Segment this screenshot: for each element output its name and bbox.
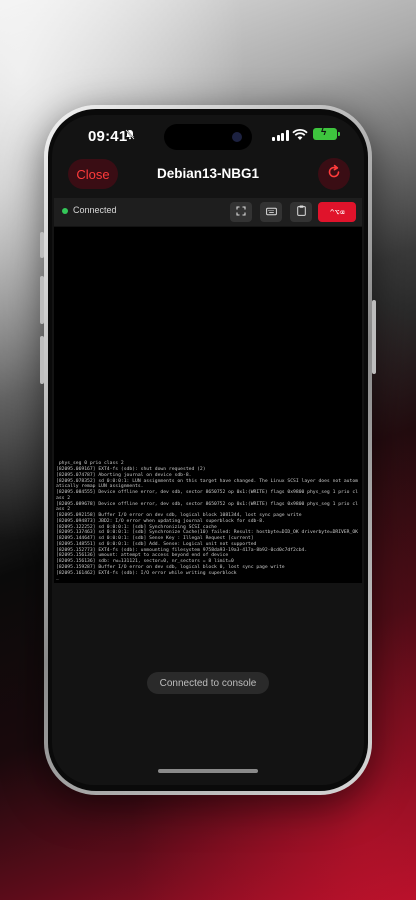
- ctrl-alt-del-button[interactable]: ^⌥⌫: [318, 202, 356, 222]
- console-log: phys_seg 0 prio class 2 [82095.069167] EX…: [56, 461, 360, 582]
- reload-button[interactable]: [318, 158, 350, 190]
- dynamic-island: [164, 124, 252, 150]
- volume-down-button: [40, 336, 44, 384]
- clipboard-button[interactable]: [290, 202, 312, 222]
- connection-status-dot: [62, 208, 68, 214]
- battery-charging-icon: ϟ: [313, 127, 340, 140]
- bell-muted-icon: [125, 129, 135, 143]
- fullscreen-icon: [236, 203, 246, 221]
- fullscreen-button[interactable]: [230, 202, 252, 222]
- wifi-icon: [292, 128, 308, 140]
- refresh-icon: [326, 164, 342, 185]
- connection-toast: Connected to console: [147, 672, 269, 694]
- cellular-signal-icon: [272, 129, 290, 141]
- console-toolbar: Connected ^⌥⌫: [54, 198, 362, 226]
- power-button: [372, 300, 376, 374]
- keyboard-icon: [265, 203, 277, 221]
- clipboard-icon: [296, 203, 306, 221]
- console-screen[interactable]: phys_seg 0 prio class 2 [82095.069167] EX…: [54, 227, 362, 583]
- nav-bar: Close Debian13-NBG1: [52, 155, 364, 201]
- volume-up-button: [40, 276, 44, 324]
- home-indicator[interactable]: [158, 769, 258, 773]
- console-line: [82095.084555] Device offline error, dev…: [56, 490, 358, 501]
- connection-status-label: Connected: [73, 205, 117, 215]
- action-button: [40, 232, 44, 258]
- status-time: 09:41: [88, 128, 128, 145]
- console-cursor: _: [56, 576, 59, 582]
- keyboard-button[interactable]: [260, 202, 282, 222]
- app-screen: 09:41 ϟ Close Debian13-NBG1 Connected ^⌥…: [52, 115, 364, 785]
- status-bar: 09:41 ϟ: [52, 115, 364, 155]
- console-line: [82095.078352] sd 0:0:0:1: LUN assignmen…: [56, 478, 358, 490]
- console-line: [82095.089678] Device offline error, dev…: [56, 501, 358, 513]
